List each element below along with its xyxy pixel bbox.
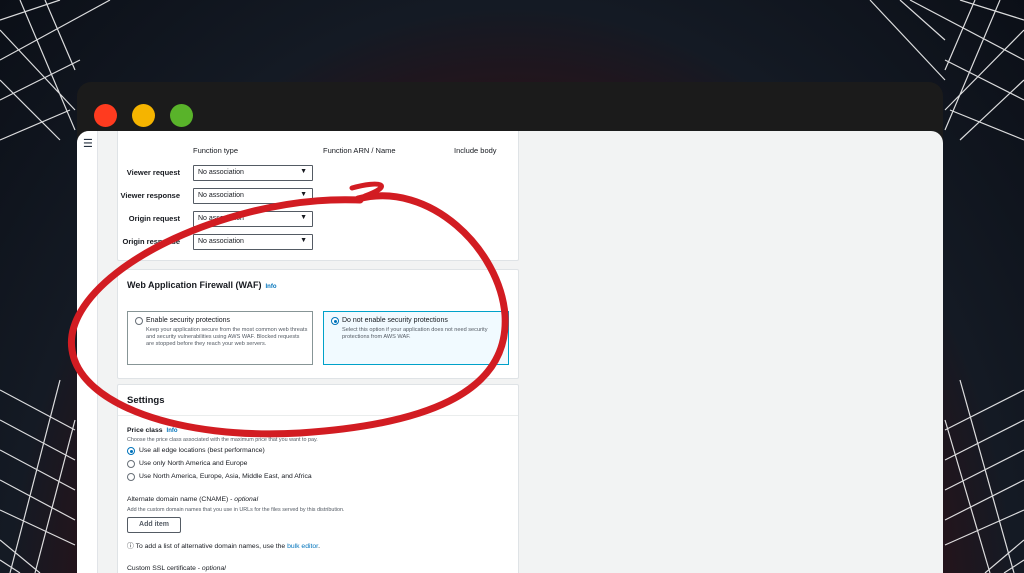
add-item-button[interactable]: Add item [127,517,181,533]
viewer-response-select[interactable]: No association ▼ [193,188,313,204]
row-label-viewer-response: Viewer response [120,191,180,200]
ssl-label-text: Custom SSL certificate - [127,565,201,572]
column-header-function-type: Function type [193,146,239,155]
price-class-hint: Choose the price class associated with t… [127,437,318,443]
bulk-editor-link[interactable]: bulk editor [287,543,318,550]
select-value: No association [198,192,244,199]
price-class-label-text: Price class [127,427,163,434]
ssl-label: Custom SSL certificate - optional [127,565,226,572]
waf-title: Web Application Firewall (WAF) Info [127,280,277,290]
info-circle-icon: ⓘ [127,543,134,550]
select-value: No association [198,169,244,176]
viewer-request-select[interactable]: No association ▼ [193,165,313,181]
cname-label-text: Alternate domain name (CNAME) - [127,496,233,503]
row-label-viewer-request: Viewer request [126,168,180,177]
price-option-label: Use all edge locations (best performance… [139,447,265,454]
bulk-editor-end: . [318,543,320,550]
side-navigation: ☰ [77,131,98,573]
settings-title: Settings [127,395,165,406]
option-title: Do not enable security protections [342,317,448,324]
origin-response-select[interactable]: No association ▼ [193,234,313,250]
caret-down-icon: ▼ [300,237,307,244]
price-na-europe-radio[interactable] [127,460,135,468]
ssl-optional: optional [201,565,226,572]
price-option-label: Use North America, Europe, Asia, Middle … [139,473,312,480]
option-title: Enable security protections [146,317,231,324]
waf-panel: Web Application Firewall (WAF) Info Enabl… [117,269,519,379]
browser-window: ☰ Function type Function ARN / Name Incl… [77,82,943,573]
price-option-label: Use only North America and Europe [139,460,248,467]
price-na-eu-asia-radio[interactable] [127,473,135,481]
column-header-function-arn: Function ARN / Name [323,146,396,155]
select-value: No association [198,238,244,245]
row-label-origin-request: Origin request [128,214,180,223]
row-label-origin-response: Origin response [122,237,180,246]
menu-icon[interactable]: ☰ [83,137,93,150]
option-description: Select this option if your application d… [342,327,488,340]
minimize-window-button[interactable] [132,104,155,127]
function-associations-panel: Function type Function ARN / Name Includ… [117,131,519,261]
close-window-button[interactable] [94,104,117,127]
waf-title-text: Web Application Firewall (WAF) [127,280,262,290]
page-content: ☰ Function type Function ARN / Name Incl… [77,131,943,573]
price-class-info-link[interactable]: Info [167,428,178,434]
select-value: No association [198,215,244,222]
bulk-editor-text: To add a list of alternative domain name… [135,543,286,550]
price-all-edge-radio[interactable] [127,447,135,455]
cname-label: Alternate domain name (CNAME) - optional [127,496,258,503]
waf-option-enable[interactable]: Enable security protections Keep your ap… [127,311,313,365]
waf-option-disable[interactable]: Do not enable security protections Selec… [323,311,509,365]
settings-header: Settings [118,385,518,416]
caret-down-icon: ▼ [300,168,307,175]
option-description: Keep your application secure from the mo… [146,327,308,347]
maximize-window-button[interactable] [170,104,193,127]
enable-protections-radio[interactable] [135,317,143,325]
disable-protections-radio[interactable] [331,317,339,325]
cname-optional: optional [234,496,259,503]
origin-request-select[interactable]: No association ▼ [193,211,313,227]
price-class-label: Price class Info [127,427,178,434]
cname-hint: Add the custom domain names that you use… [127,507,345,513]
caret-down-icon: ▼ [300,214,307,221]
settings-panel: Settings Price class Info Choose the pric… [117,384,519,573]
caret-down-icon: ▼ [300,191,307,198]
column-header-include-body: Include body [454,146,497,155]
waf-info-link[interactable]: Info [266,284,277,290]
bulk-editor-note: ⓘ To add a list of alternative domain na… [127,540,320,550]
